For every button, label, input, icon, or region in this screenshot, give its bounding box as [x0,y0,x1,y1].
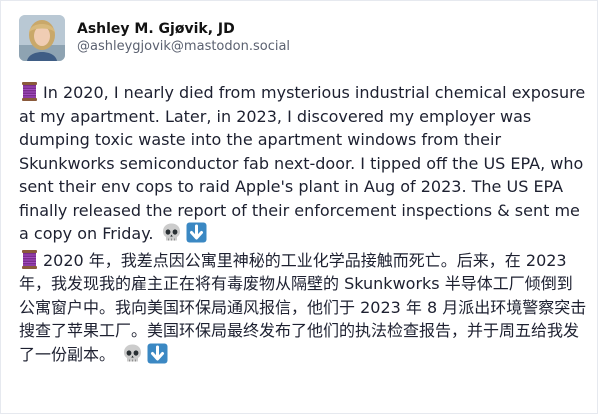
post-text-zh: 2020 年，我差点因公寓里神秘的工业化学品接触而死亡。后来，在 2023 年，… [19,250,587,364]
post-text-en: In 2020, I nearly died from mysterious i… [19,83,586,243]
down-arrow-icon [147,343,168,364]
thread-spool-icon [19,81,40,102]
skull-icon [122,343,143,364]
down-arrow-icon [186,222,207,243]
account-info: Ashley M. Gjøvik, JD @ashleygjovik@masto… [77,21,290,55]
post-content: In 2020, I nearly died from mysterious i… [19,81,587,366]
thread-spool-icon [19,249,40,270]
post-card: Ashley M. Gjøvik, JD @ashleygjovik@masto… [0,0,598,414]
post-paragraph-en: In 2020, I nearly died from mysterious i… [19,81,587,246]
account-handle[interactable]: @ashleygjovik@mastodon.social [77,39,290,55]
avatar[interactable] [19,15,65,61]
post-header: Ashley M. Gjøvik, JD @ashleygjovik@masto… [19,15,290,61]
display-name[interactable]: Ashley M. Gjøvik, JD [77,21,290,37]
post-paragraph-zh: 2020 年，我差点因公寓里神秘的工业化学品接触而死亡。后来，在 2023 年，… [19,249,587,367]
skull-icon [161,222,182,243]
